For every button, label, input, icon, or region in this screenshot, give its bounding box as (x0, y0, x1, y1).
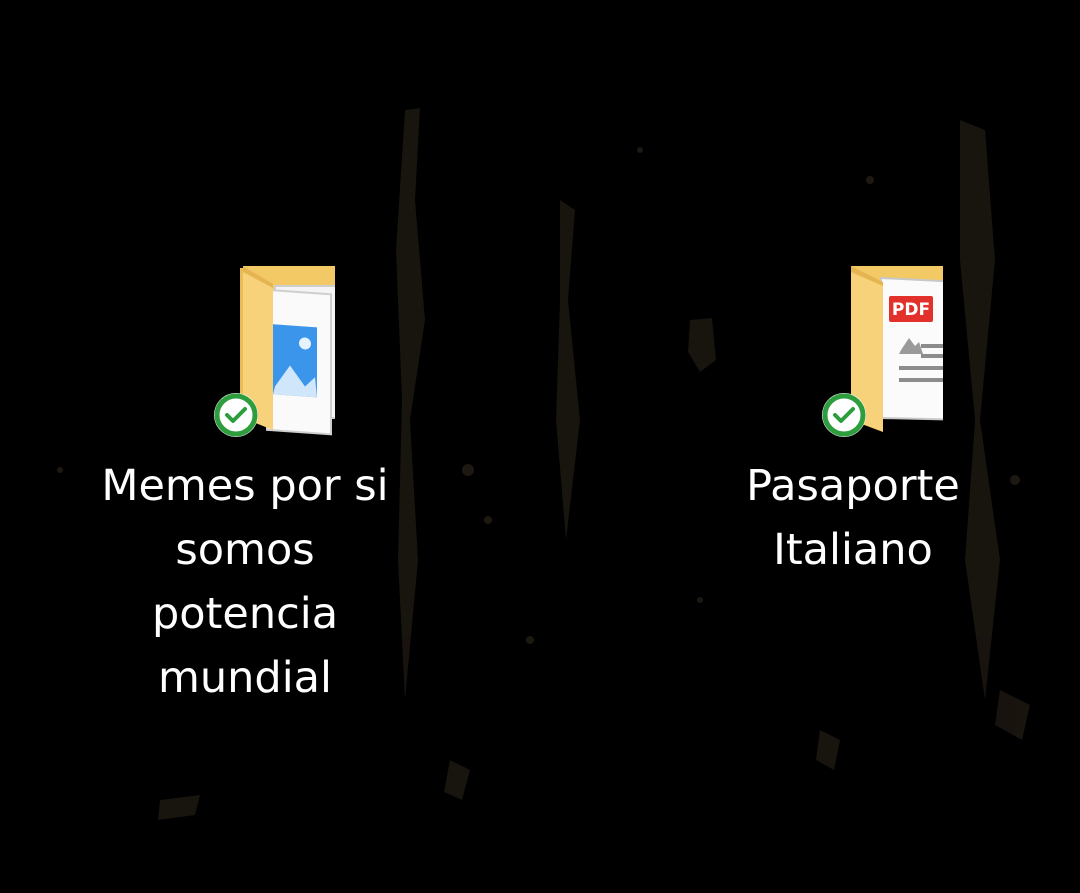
folder-pdf-icon: PDF (763, 258, 943, 438)
label-line: somos (175, 525, 315, 575)
label-line: Memes por si (101, 461, 389, 511)
desktop-icon-memes-folder[interactable]: Memes por si somos potencia mundial (95, 258, 395, 710)
desktop[interactable]: Memes por si somos potencia mundial PDF (0, 0, 1080, 893)
desktop-icon-label: Pasaporte Italiano (703, 454, 1003, 582)
desktop-icon-label: Memes por si somos potencia mundial (95, 454, 395, 710)
sync-ok-icon (214, 393, 258, 437)
label-line: Italiano (773, 525, 933, 575)
label-line: potencia (151, 589, 339, 639)
desktop-icon-pasaporte-folder[interactable]: PDF Pasaporte Italiano (703, 258, 1003, 582)
label-line: Pasaporte (746, 461, 960, 511)
pdf-badge-text: PDF (892, 300, 930, 320)
label-line: mundial (158, 653, 332, 703)
folder-pictures-icon (155, 258, 335, 438)
sync-ok-icon (822, 393, 866, 437)
